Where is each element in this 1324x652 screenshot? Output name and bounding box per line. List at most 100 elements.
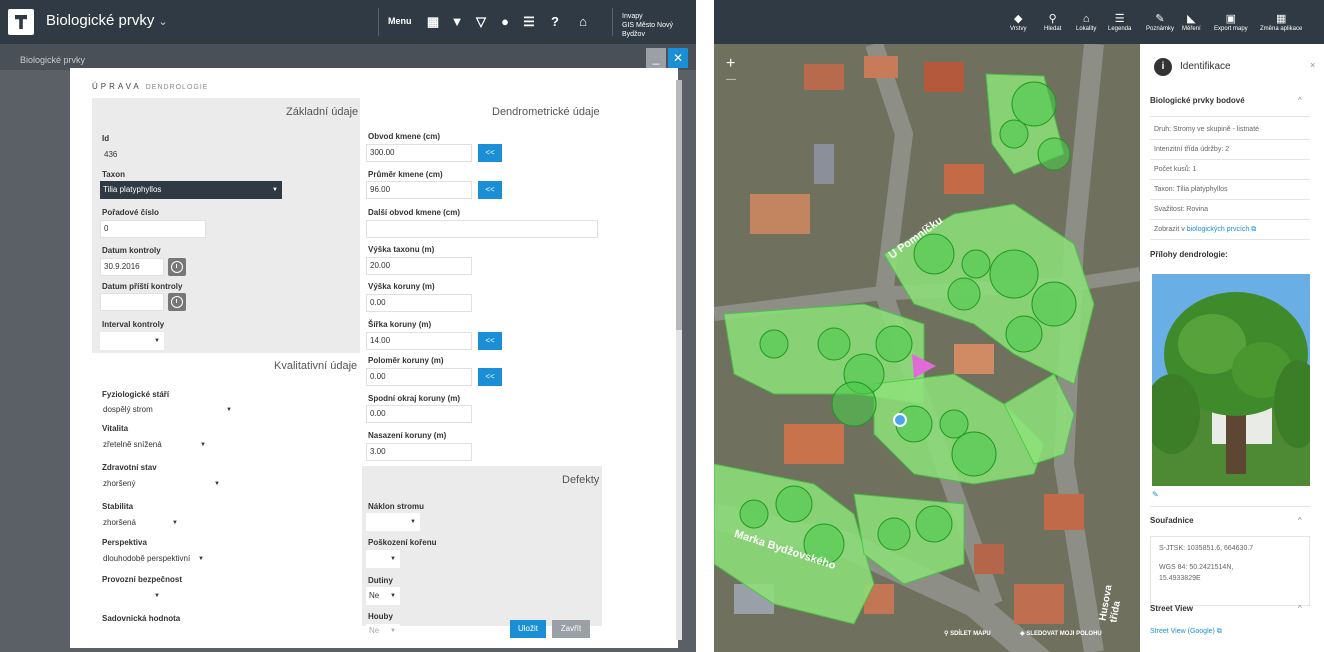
track-location-button[interactable]: ◈ SLEDOVAT MOJI POLOHU — [1020, 624, 1102, 644]
coords-heading[interactable]: Souřadnice — [1150, 516, 1194, 525]
toolbar-item-1[interactable]: ⚲ Hledat — [1044, 12, 1061, 32]
tilt-label: Náklon stromu — [368, 502, 425, 511]
chevron-up-icon[interactable]: ^ — [1298, 604, 1302, 613]
chevron-up-icon[interactable]: ^ — [1298, 96, 1302, 105]
interval-select[interactable] — [100, 332, 164, 350]
girth-field[interactable]: 300.00 — [366, 144, 472, 162]
streetview-heading[interactable]: Street View — [1150, 604, 1193, 613]
diameter-field[interactable]: 96.00 — [366, 181, 472, 199]
crown-radius-label: Poloměr koruny (m) — [368, 356, 444, 365]
toolbar-item-2[interactable]: ⌂ Lokality — [1076, 12, 1096, 32]
right-application: ◆ Vrstvy ⚲ Hledat ⌂ Lokality ☰ Legenda ✎ Poznámky… — [714, 0, 1324, 652]
external-link-icon[interactable]: ⧉ — [1249, 226, 1256, 233]
crown-radius-field[interactable]: 0.00 — [366, 368, 472, 386]
crown-lower-field[interactable]: 0.00 — [366, 405, 472, 423]
zoom-in-button[interactable]: + — [726, 56, 736, 72]
chevron-up-icon[interactable]: ^ — [1298, 516, 1302, 525]
crown-radius-copy-button[interactable]: << — [478, 368, 502, 386]
section-defects-title: Defekty — [562, 474, 600, 486]
edit-photo-icon[interactable]: ✎ — [1152, 490, 1159, 499]
dialog-heading-main: ÚPRAVA — [92, 82, 142, 91]
list-dropdown-icon[interactable]: ☰ — [520, 13, 538, 31]
save-button[interactable]: Uložit — [510, 620, 546, 638]
toolbar-item-7[interactable]: ▦ Změna aplikace — [1260, 12, 1302, 32]
zoom-controls: + — — [726, 56, 736, 88]
toolbar-item-0[interactable]: ◆ Vrstvy — [1010, 12, 1026, 32]
zoom-out-button[interactable]: — — [726, 72, 736, 88]
date-clock-icon[interactable] — [168, 258, 186, 276]
crown-base-field[interactable]: 3.00 — [366, 443, 472, 461]
info-row-count: Počet kusů: 1 — [1150, 160, 1310, 180]
crown-width-copy-button[interactable]: << — [478, 332, 502, 350]
toolbar-item-5[interactable]: ◣ Měření — [1182, 12, 1201, 32]
order-label: Pořadové číslo — [102, 208, 159, 217]
fungi-select[interactable]: Ne — [366, 624, 400, 638]
coords-box: S-JTSK: 1035851.6, 664630.7 WGS 84: 50.2… — [1150, 536, 1310, 606]
cavities-label: Dutiny — [368, 576, 393, 585]
cavities-select[interactable]: Ne — [366, 587, 400, 605]
background-strip — [0, 44, 696, 70]
root-select[interactable] — [366, 550, 400, 568]
section-basic-title: Základní údaje — [286, 106, 359, 118]
tree-photo[interactable] — [1152, 274, 1310, 486]
app-logo-icon[interactable] — [8, 9, 34, 35]
order-field[interactable]: 0 — [100, 220, 206, 238]
next-date-clock-icon[interactable] — [168, 293, 186, 311]
map-graphics — [714, 44, 1140, 652]
coord-wgs-lat: WGS 84: 50.2421514N, — [1159, 564, 1234, 571]
interval-label: Interval kontroly — [102, 320, 165, 329]
close-window-button[interactable]: ✕ — [668, 48, 688, 68]
perspective-label: Perspektiva — [102, 538, 147, 547]
coord-wgs-lon: 15.4933829E — [1159, 575, 1201, 582]
toolbar-item-label: Měření — [1182, 26, 1201, 32]
filter-icon[interactable]: ▼ — [448, 13, 466, 31]
map-canvas[interactable]: + — U Pomníčku Marka Bydžovského Husova … — [714, 44, 1140, 652]
date-label: Datum kontroly — [102, 246, 161, 255]
diameter-copy-button[interactable]: << — [478, 181, 502, 199]
taxon-select[interactable]: Tilia platyphyllos — [100, 181, 282, 199]
toolbar-item-label: Hledat — [1044, 26, 1062, 32]
close-panel-icon[interactable]: × — [1310, 60, 1315, 70]
add-circle-icon[interactable]: ● — [496, 13, 514, 31]
grid-icon[interactable]: ▦ — [424, 13, 442, 31]
identify-panel: i Identifikace × Biologické prvky bodové… — [1140, 44, 1324, 652]
safety-select[interactable] — [100, 587, 164, 605]
bio-elements-link[interactable]: biologických prvcích — [1187, 226, 1250, 233]
share-map-button[interactable]: ⚲ SDÍLET MAPU — [944, 624, 991, 644]
menu-button[interactable]: Menu — [388, 16, 412, 26]
close-button[interactable]: Zavřít — [552, 620, 590, 638]
health-select[interactable]: zhoršený — [100, 475, 224, 493]
toolbar-item-4[interactable]: ✎ Poznámky — [1146, 12, 1174, 32]
height-field[interactable]: 20.00 — [366, 257, 472, 275]
help-dropdown-icon[interactable]: ? — [546, 13, 564, 31]
girth-copy-button[interactable]: << — [478, 144, 502, 162]
home-icon[interactable]: ⌂ — [574, 13, 592, 31]
tree-photo-graphic — [1152, 274, 1310, 486]
stability-select[interactable]: zhoršená — [100, 514, 182, 532]
bio-points-heading[interactable]: Biologické prvky bodové — [1150, 96, 1245, 105]
dialog-scroll-thumb[interactable] — [676, 80, 682, 330]
other-girth-field[interactable] — [366, 220, 598, 238]
phys-select[interactable]: dospělý strom — [100, 401, 236, 419]
crown-height-field[interactable]: 0.00 — [366, 294, 472, 312]
app-title-dropdown[interactable]: Biologické prvky ⌄ — [46, 12, 168, 29]
share-map-label: SDÍLET MAPU — [950, 631, 991, 637]
streetview-link[interactable]: Street View (Google) ⧉ — [1150, 628, 1222, 636]
next-date-field[interactable] — [100, 293, 164, 311]
tilt-select[interactable] — [366, 513, 420, 531]
other-girth-label: Další obvod kmene (cm) — [368, 208, 461, 217]
date-field[interactable]: 30.9.2016 — [100, 258, 164, 276]
vitality-select[interactable]: zřetelně snížená — [100, 436, 210, 454]
toolbar-item-6[interactable]: ▣ Export mapy — [1214, 12, 1248, 32]
filter-clear-icon[interactable]: ▽ — [472, 13, 490, 31]
perspective-select[interactable]: dlouhodobě perspektivní — [100, 550, 208, 568]
coord-sjtsk: S-JTSK: 1035851.6, 664630.7 — [1159, 545, 1254, 552]
minimize-button[interactable]: _ — [646, 48, 666, 68]
crown-width-field[interactable]: 14.00 — [366, 332, 472, 350]
toolbar-item-3[interactable]: ☰ Legenda — [1108, 12, 1131, 32]
section-dendro-title: Dendrometrické údaje — [492, 106, 600, 118]
show-prefix: Zobrazit v — [1154, 226, 1187, 233]
diameter-label: Průměr kmene (cm) — [368, 170, 443, 179]
location-icon: ⌂ — [1082, 13, 1090, 25]
external-link-icon: ⧉ — [1214, 628, 1222, 635]
